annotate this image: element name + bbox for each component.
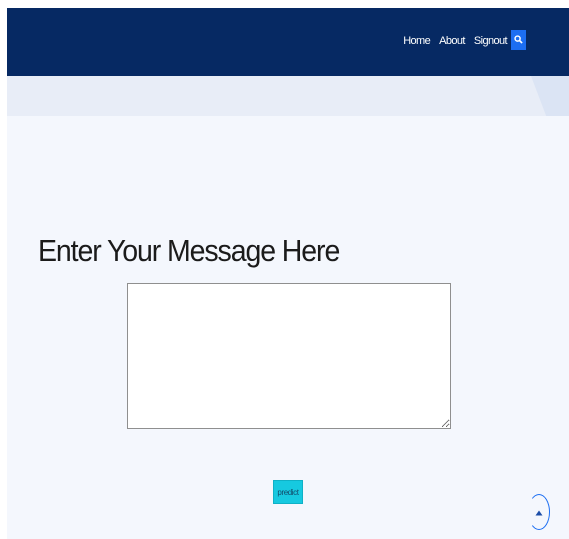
scroll-to-top-button[interactable]: [528, 494, 550, 530]
navbar: Home About Signout: [7, 8, 569, 76]
hero-band: [7, 76, 569, 116]
main-content: Enter Your Message Here predict: [7, 116, 569, 539]
nav-link-home[interactable]: Home: [403, 35, 431, 47]
search-button[interactable]: [511, 30, 526, 50]
message-input[interactable]: [127, 283, 451, 429]
search-icon: [514, 31, 523, 49]
page: Home About Signout Enter Your Message He…: [0, 0, 569, 539]
nav-link-signout[interactable]: Signout: [474, 35, 508, 47]
chevron-up-icon: [535, 503, 543, 521]
nav-link-about[interactable]: About: [439, 35, 465, 47]
predict-button[interactable]: predict: [273, 480, 303, 504]
page-title: Enter Your Message Here: [38, 233, 340, 268]
nav-links: Home About Signout: [403, 35, 507, 47]
hero-band-decoration: [531, 76, 569, 116]
